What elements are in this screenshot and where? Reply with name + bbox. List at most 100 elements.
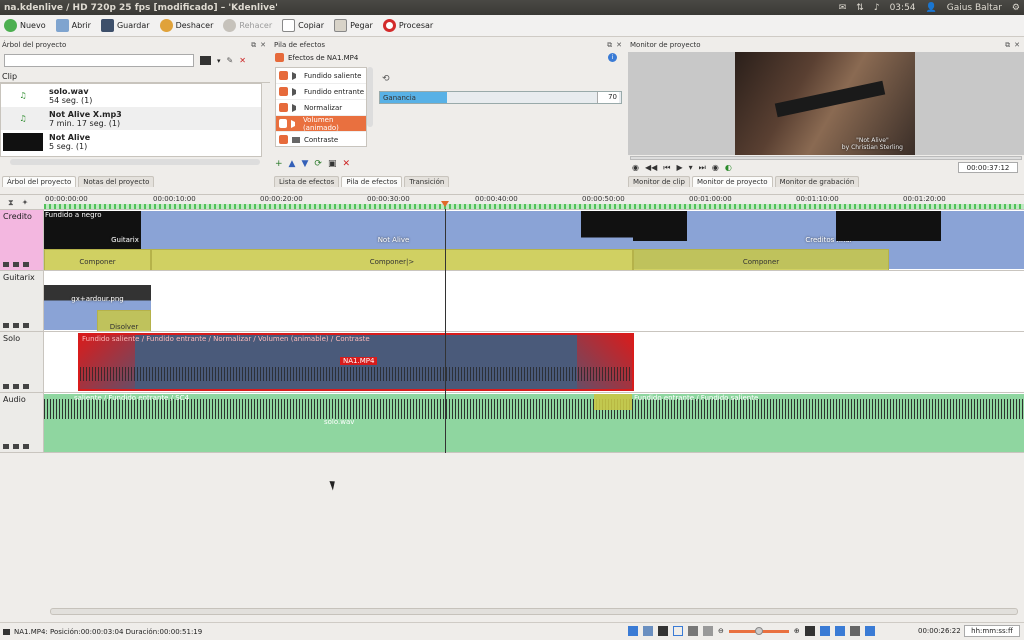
forward-icon[interactable]: ⏭	[699, 163, 706, 173]
razor-icon[interactable]	[688, 626, 698, 636]
track-header[interactable]: Solo	[0, 332, 44, 392]
user-name[interactable]: Gaius Baltar	[947, 3, 1002, 13]
list-item[interactable]: Fundido saliente	[276, 68, 366, 84]
lock-icon[interactable]	[3, 444, 9, 449]
film-icon[interactable]	[658, 626, 668, 636]
chevron-down-icon[interactable]: ▾	[217, 57, 221, 65]
float-icon[interactable]: ⧉	[251, 41, 256, 50]
list-item[interactable]: Not Alive 5 seg. (1)	[1, 130, 261, 153]
checkbox[interactable]	[279, 87, 288, 96]
clip-black[interactable]	[581, 211, 633, 249]
tab-record-monitor[interactable]: Monitor de grabación	[774, 176, 860, 187]
snap-icon[interactable]	[819, 626, 830, 636]
arrow-down-icon[interactable]: ▼	[301, 159, 308, 169]
list-item[interactable]: ♫ solo.wav 54 seg. (1)	[1, 84, 261, 107]
tab-clip-monitor[interactable]: Monitor de clip	[628, 176, 690, 187]
checkbox[interactable]	[279, 71, 288, 80]
clip-not-alive[interactable]: Not Alive	[206, 211, 581, 249]
lock-icon[interactable]	[3, 323, 9, 328]
zone-end-icon[interactable]: ◉	[712, 163, 719, 173]
status-timecode[interactable]: 00:00:26:22	[918, 627, 961, 635]
track-header[interactable]: Audio	[0, 393, 44, 452]
film-icon[interactable]	[23, 323, 29, 328]
redo-button[interactable]: Rehacer	[223, 19, 272, 32]
mute-icon[interactable]	[13, 444, 19, 449]
list-item[interactable]: Fundido entrante	[276, 84, 366, 100]
reset-icon[interactable]: ⟲	[382, 74, 390, 84]
tab-effect-list[interactable]: Lista de efectos	[274, 176, 340, 187]
save-effect-icon[interactable]: ▣	[328, 159, 337, 169]
thumbnail-icon[interactable]	[834, 626, 845, 636]
play-icon[interactable]: ▶	[677, 163, 683, 173]
monitor-scrubber[interactable]	[630, 156, 1022, 160]
zone-start-icon[interactable]: ◉	[632, 163, 639, 173]
tab-project-notes[interactable]: Notas del proyecto	[78, 176, 155, 187]
gain-slider[interactable]: Ganancia 70	[379, 91, 622, 104]
film-icon[interactable]	[23, 384, 29, 389]
checkbox[interactable]	[279, 119, 288, 128]
zoom-slider[interactable]	[728, 626, 789, 635]
monitor-timecode[interactable]: 00:00:37:12	[958, 162, 1018, 173]
gear-icon[interactable]: ✦	[22, 198, 29, 207]
render-button[interactable]: Procesar	[382, 19, 433, 32]
list-item[interactable]: ♫ Not Alive X.mp3 7 min. 17 seg. (1)	[1, 107, 261, 130]
arrow-up-icon[interactable]: ▲	[289, 159, 296, 169]
rewind-icon[interactable]: ◀◀	[645, 163, 657, 173]
list-item[interactable]: Volumen (animado)	[276, 116, 366, 132]
add-effect-icon[interactable]: +	[275, 159, 283, 169]
video-viewport[interactable]: "Not Alive" by Christian Sterling	[628, 52, 1024, 155]
save-button[interactable]: Guardar	[100, 19, 150, 32]
transition-disolver[interactable]: Disolver	[97, 310, 151, 332]
open-button[interactable]: Abrir	[55, 19, 91, 32]
volume-icon[interactable]: ◐	[725, 163, 732, 173]
float-icon[interactable]: ⧉	[1005, 41, 1010, 50]
close-icon[interactable]: ✕	[1014, 41, 1020, 50]
tab-project-tree[interactable]: Árbol del proyecto	[2, 176, 77, 187]
audio-icon[interactable]	[643, 626, 653, 636]
horizontal-scrollbar[interactable]	[10, 159, 260, 165]
clip-na1-mp4[interactable]: Fundido saliente / Fundido entrante / No…	[78, 333, 634, 391]
clock[interactable]: 03:54	[890, 3, 916, 13]
film-icon[interactable]	[23, 262, 29, 267]
copy-button[interactable]: Copiar	[282, 19, 324, 32]
gain-value[interactable]: 70	[597, 92, 619, 103]
lock-icon[interactable]	[3, 384, 9, 389]
list-item[interactable]: Contraste	[276, 132, 366, 148]
clip-column-header[interactable]: Clip	[0, 70, 270, 83]
audio-thumb-icon[interactable]	[849, 626, 860, 636]
mute-icon[interactable]	[13, 384, 19, 389]
tab-project-monitor[interactable]: Monitor de proyecto	[692, 176, 773, 187]
tab-effect-stack[interactable]: Pila de efectos	[341, 176, 403, 187]
zoom-slider-handle[interactable]	[754, 626, 763, 635]
spacer-icon[interactable]	[703, 626, 713, 636]
zoom-in-icon[interactable]: ⊕	[794, 627, 800, 635]
close-icon[interactable]: ✕	[260, 41, 266, 50]
network-icon[interactable]: ⇅	[856, 3, 864, 13]
refresh-icon[interactable]: ⟳	[314, 159, 322, 169]
project-search-input[interactable]	[4, 54, 194, 67]
zoom-fit-icon[interactable]: ⧗	[8, 198, 14, 208]
delete-icon[interactable]: ✕	[239, 56, 246, 65]
close-icon[interactable]: ✕	[616, 41, 622, 50]
playhead-line[interactable]	[445, 209, 446, 453]
vertical-scrollbar[interactable]	[367, 67, 373, 127]
volume-icon[interactable]: ♪	[874, 3, 880, 13]
new-button[interactable]: Nuevo	[4, 19, 46, 32]
float-icon[interactable]: ⧉	[607, 41, 612, 50]
select-icon[interactable]	[673, 626, 683, 636]
markers-icon[interactable]	[864, 626, 875, 636]
delete-effect-icon[interactable]: ✕	[342, 159, 350, 169]
track-header[interactable]: Guitarix	[0, 271, 44, 331]
effects-enable-checkbox[interactable]	[275, 53, 284, 62]
track-icon[interactable]	[628, 626, 638, 636]
checkbox[interactable]	[279, 135, 288, 144]
list-item[interactable]: Normalizar	[276, 100, 366, 116]
film-icon[interactable]	[23, 444, 29, 449]
paste-button[interactable]: Pegar	[334, 19, 373, 32]
mute-icon[interactable]	[13, 323, 19, 328]
transition-marker[interactable]	[594, 394, 632, 410]
add-clip-icon[interactable]	[200, 56, 211, 65]
chevron-down-icon[interactable]: ▾	[689, 163, 693, 173]
clip-fade-to-black[interactable]: Fundido a negro Guitarix	[44, 211, 206, 249]
zoom-out-icon[interactable]: ⊖	[718, 627, 724, 635]
